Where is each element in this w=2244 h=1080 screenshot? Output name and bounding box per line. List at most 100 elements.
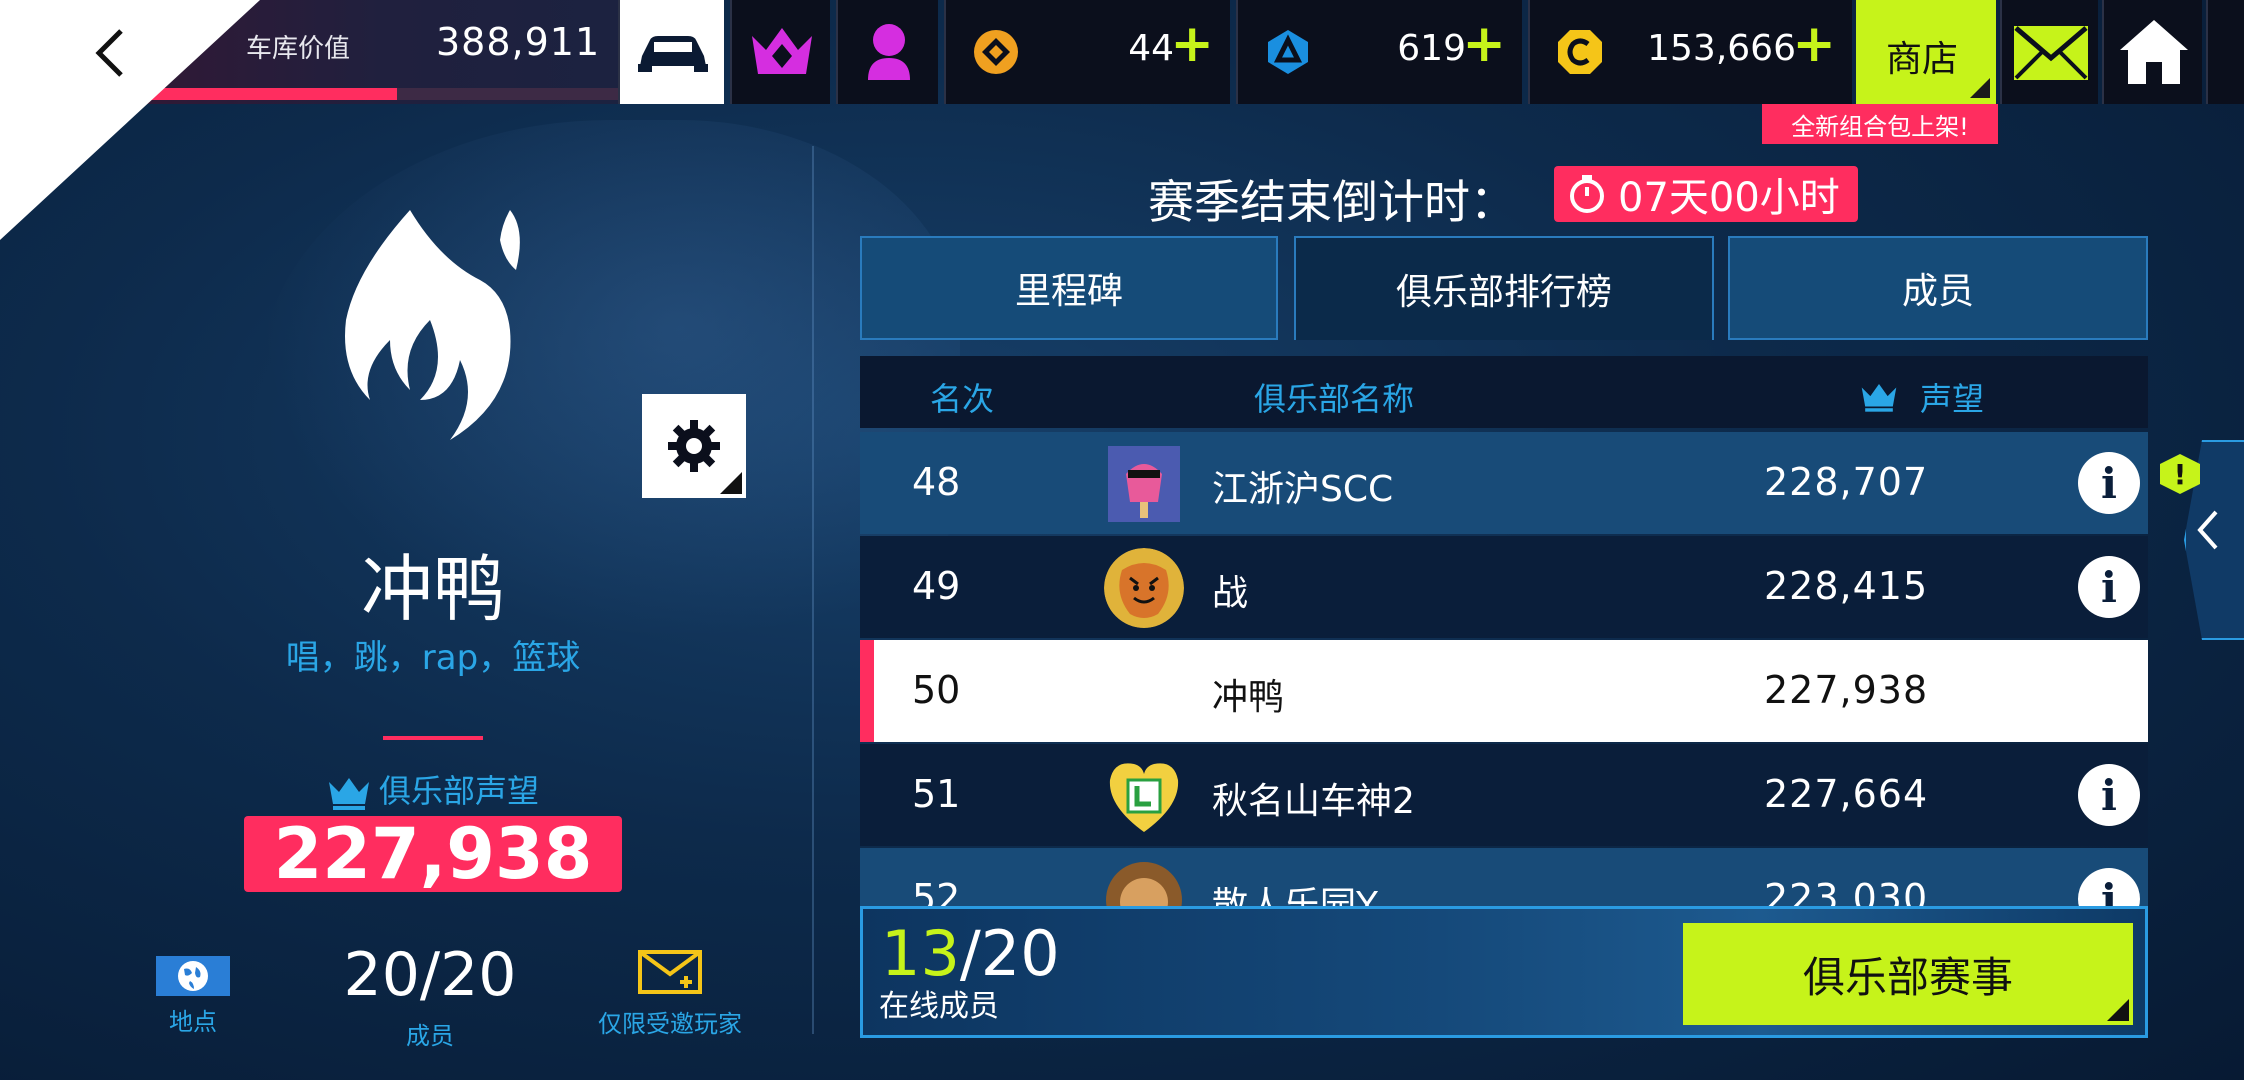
location-stat[interactable]: 地点 <box>130 940 256 1037</box>
flame-club-logo-icon <box>345 210 520 440</box>
row-rank: 48 <box>912 460 961 504</box>
row-prestige: 228,707 <box>1764 460 1929 504</box>
table-row[interactable]: 49 战 228,415 i <box>860 536 2148 638</box>
club-prestige-label: 俱乐部声望 <box>0 766 866 812</box>
corner-triangle-icon <box>2107 999 2129 1021</box>
shop-button[interactable]: 商店 <box>1856 0 1996 104</box>
row-club-name: 战 <box>1212 573 1249 614</box>
club-settings-button[interactable] <box>642 394 746 498</box>
season-button[interactable] <box>730 0 830 104</box>
info-button[interactable]: i <box>2078 868 2140 908</box>
members-label: 成员 <box>406 1022 454 1050</box>
home-button[interactable] <box>2102 0 2202 104</box>
col-prestige-header: 声望 <box>1860 374 1984 420</box>
table-row[interactable]: 51 秋名山车神2 227,664 i <box>860 744 2148 846</box>
season-countdown-value: 07天00小时 <box>1618 175 1840 221</box>
currency-2-add-button[interactable]: + <box>1462 18 1506 70</box>
blue-token-icon <box>1268 30 1308 74</box>
season-countdown-label: 赛季结束倒计时： <box>1148 175 1516 229</box>
league-crown-icon <box>752 28 812 74</box>
table-row[interactable]: 52 散人乐园Y 223,030 i <box>860 848 2148 908</box>
club-avatar-popsicle-icon <box>1108 446 1180 522</box>
table-row-own-club[interactable]: 50 冲鸭 227,938 <box>860 640 2148 742</box>
row-rank: 50 <box>912 668 961 712</box>
members-count: 20/20 <box>343 940 517 1010</box>
crown-icon <box>1861 384 1897 412</box>
profile-button[interactable] <box>836 0 938 104</box>
location-label: 地点 <box>169 1008 217 1036</box>
garage-value-label: 车库价值 <box>246 34 351 64</box>
leaderboard-list[interactable]: 48 江浙沪SCC 228,707 i 49 战 228,415 i 50 冲鸭… <box>860 432 2148 908</box>
row-rank: 51 <box>912 772 961 816</box>
col-rank-header: 名次 <box>930 380 995 418</box>
stopwatch-icon <box>1570 175 1604 213</box>
online-members-bar: 13/20 在线成员 俱乐部赛事 <box>860 906 2148 1038</box>
row-prestige: 228,415 <box>1764 564 1929 608</box>
members-stat: 20/20 成员 <box>320 940 540 1051</box>
home-icon <box>2120 20 2188 84</box>
diamond-token-icon <box>974 30 1018 74</box>
club-avatar-tiger-icon <box>1104 548 1184 628</box>
invite-label: 仅限受邀玩家 <box>598 1010 742 1038</box>
credits-icon <box>1558 30 1602 74</box>
tab-bar: 里程碑 俱乐部排行榜 成员 <box>860 236 2148 340</box>
info-button[interactable]: i <box>2078 452 2140 514</box>
mail-icon <box>2014 26 2088 80</box>
gear-icon <box>668 420 720 472</box>
row-rank: 52 <box>912 876 961 908</box>
topbar-edge <box>2206 0 2244 104</box>
club-avatar-learner-heart-icon <box>1109 763 1179 832</box>
club-events-label: 俱乐部赛事 <box>1802 952 2013 1002</box>
currency-2[interactable]: 619 + <box>1236 0 1522 104</box>
col-prestige-header-text: 声望 <box>1920 380 1985 418</box>
online-members-label: 在线成员 <box>879 989 999 1024</box>
online-total: /20 <box>959 917 1060 990</box>
tab-milestones[interactable]: 里程碑 <box>860 236 1278 340</box>
club-events-button[interactable]: 俱乐部赛事 <box>1683 923 2133 1025</box>
leaderboard-header: 名次 俱乐部名称 声望 <box>860 356 2148 428</box>
currency-1-value: 44 <box>1128 28 1174 69</box>
own-club-marker <box>860 640 874 742</box>
season-countdown-badge: 07天00小时 <box>1554 166 1858 222</box>
row-club-name: 江浙沪SCC <box>1212 469 1394 510</box>
currency-1[interactable]: 44 + <box>944 0 1230 104</box>
row-club-name: 冲鸭 <box>1212 677 1285 718</box>
row-club-name: 散人乐园Y <box>1212 885 1378 908</box>
top-bar: 车库价值 388,911 44 + 619 + 153,666 + 商店 <box>0 0 2244 240</box>
currency-1-add-button[interactable]: + <box>1170 18 1214 70</box>
row-prestige: 227,664 <box>1764 772 1929 816</box>
info-button[interactable]: i <box>2078 764 2140 826</box>
chevron-left-icon <box>95 29 123 77</box>
currency-3-add-button[interactable]: + <box>1792 18 1836 70</box>
panel-divider <box>812 146 814 1034</box>
corner-triangle-icon <box>1970 78 1990 98</box>
row-club-name: 秋名山车神2 <box>1212 781 1415 822</box>
new-bundle-badge[interactable]: 全新组合包上架! <box>1762 104 1998 144</box>
garage-progress-fill <box>148 88 398 100</box>
table-row[interactable]: 48 江浙沪SCC 228,707 i <box>860 432 2148 534</box>
mail-button[interactable] <box>2000 0 2098 104</box>
location-flag <box>156 956 230 996</box>
car-icon <box>638 36 708 72</box>
shop-label: 商店 <box>1886 39 1959 80</box>
online-now: 13 <box>881 917 960 990</box>
club-name: 冲鸭 <box>360 547 505 631</box>
col-name-header: 俱乐部名称 <box>1254 380 1415 418</box>
club-prestige-label-text: 俱乐部声望 <box>378 772 539 810</box>
profile-icon <box>868 24 910 80</box>
invite-stat[interactable]: 仅限受邀玩家 <box>590 940 750 1039</box>
crown-icon <box>328 778 369 810</box>
tab-members[interactable]: 成员 <box>1728 236 2148 340</box>
row-prestige: 227,938 <box>1764 668 1929 712</box>
club-avatar-lion-icon <box>1106 862 1182 908</box>
row-rank: 49 <box>912 564 961 608</box>
corner-triangle-icon <box>720 472 742 494</box>
tab-club-leaderboard[interactable]: 俱乐部排行榜 <box>1294 236 1714 340</box>
back-button[interactable] <box>80 18 140 88</box>
chevron-left-icon[interactable] <box>2194 508 2220 552</box>
info-button[interactable]: i <box>2078 556 2140 618</box>
garage-button[interactable] <box>618 0 724 104</box>
online-members-count: 13/20 <box>881 919 1060 989</box>
currency-2-value: 619 <box>1397 28 1466 69</box>
currency-3[interactable]: 153,666 + <box>1528 0 1852 104</box>
